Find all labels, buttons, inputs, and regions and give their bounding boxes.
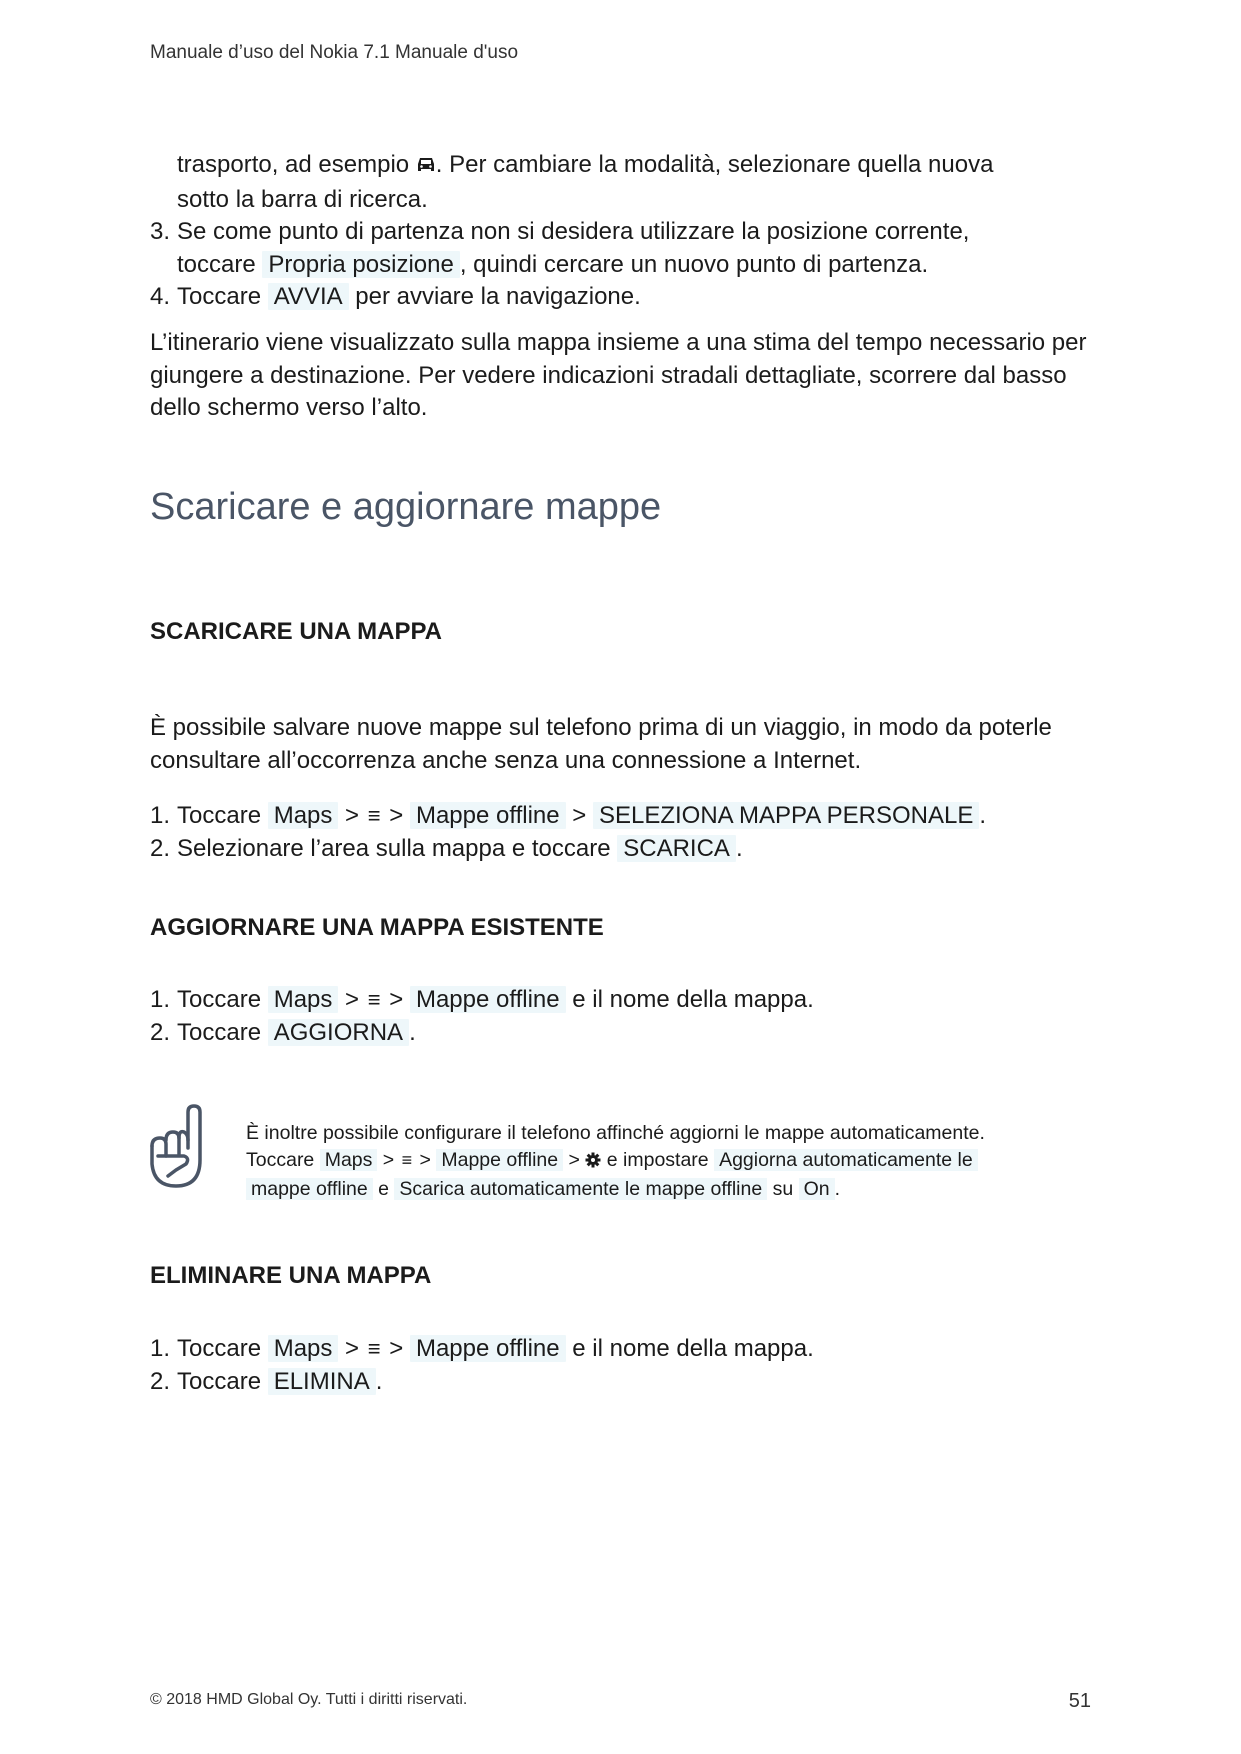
scarica-label: SCARICA bbox=[617, 834, 736, 862]
maps-label: Maps bbox=[319, 1149, 378, 1171]
page-number: 51 bbox=[1068, 1690, 1091, 1712]
mappe-offline-label: Mappe offline bbox=[409, 986, 566, 1013]
tip-text: È inoltre possibile configurare il telef… bbox=[246, 1122, 985, 1200]
aggiorna-label: AGGIORNA bbox=[267, 1018, 410, 1046]
step-3: 3. Se come punto di partenza non si desid… bbox=[150, 218, 970, 245]
section-title: Scaricare e aggiornare mappe bbox=[150, 486, 662, 528]
maps-label: Maps bbox=[267, 1335, 339, 1362]
pointing-hand-icon bbox=[148, 1104, 208, 1190]
maps-label: Maps bbox=[267, 986, 339, 1013]
auto-update-label-cont: mappe offline bbox=[246, 1178, 373, 1200]
mappe-offline-label: Mappe offline bbox=[409, 1335, 566, 1362]
car-icon bbox=[416, 151, 436, 184]
update-heading: AGGIORNARE UNA MAPPA ESISTENTE bbox=[150, 914, 604, 941]
auto-download-label: Scarica automaticamente le mappe offline bbox=[394, 1178, 768, 1200]
menu-icon: ≡ bbox=[401, 1150, 413, 1170]
menu-icon: ≡ bbox=[367, 987, 381, 1012]
download-step-2: 2. Selezionare l’area sulla mappa e tocca… bbox=[150, 834, 743, 862]
elimina-label: ELIMINA bbox=[267, 1367, 376, 1395]
update-steps: 1. Toccare Maps > ≡ > Mappe offline e il … bbox=[150, 984, 1100, 1049]
menu-icon: ≡ bbox=[367, 1336, 381, 1361]
auto-update-label: Aggiorna automaticamente le bbox=[714, 1149, 978, 1171]
step-4: 4. Toccare AVVIA per avviare la navigazio… bbox=[150, 283, 641, 310]
running-header: Manuale d’uso del Nokia 7.1 Manuale d'us… bbox=[150, 42, 519, 63]
seleziona-mappa-label: SELEZIONA MAPPA PERSONALE bbox=[592, 802, 980, 829]
update-step-2: 2. Toccare AGGIORNA. bbox=[150, 1018, 416, 1046]
download-intro: È possibile salvare nuove mappe sul tele… bbox=[150, 714, 1052, 774]
propria-posizione-label: Propria posizione bbox=[262, 250, 460, 278]
on-label: On bbox=[798, 1178, 835, 1200]
maps-label: Maps bbox=[267, 802, 339, 829]
download-step-1: 1. Toccare Maps > ≡ > Mappe offline > SEL… bbox=[150, 802, 987, 829]
copyright: © 2018 HMD Global Oy. Tutti i diritti ri… bbox=[150, 1691, 468, 1708]
menu-icon: ≡ bbox=[367, 803, 381, 828]
avvia-label: AVVIA bbox=[267, 283, 349, 310]
gear-icon bbox=[585, 1149, 601, 1176]
download-steps: 1. Toccare Maps > ≡ > Mappe offline > SEL… bbox=[150, 800, 1100, 865]
delete-steps: 1. Toccare Maps > ≡ > Mappe offline e il … bbox=[150, 1333, 1100, 1398]
route-paragraph: L’itinerario viene visualizzato sulla ma… bbox=[150, 329, 1087, 421]
mappe-offline-label: Mappe offline bbox=[436, 1149, 564, 1171]
download-heading: SCARICARE UNA MAPPA bbox=[150, 618, 443, 645]
delete-heading: ELIMINARE UNA MAPPA bbox=[150, 1262, 432, 1289]
delete-step-2: 2. Toccare ELIMINA. bbox=[150, 1367, 383, 1395]
update-step-1: 1. Toccare Maps > ≡ > Mappe offline e il … bbox=[150, 986, 814, 1013]
delete-step-1: 1. Toccare Maps > ≡ > Mappe offline e il … bbox=[150, 1335, 814, 1362]
step-2-continued: trasporto, ad esempio . Per cambiare la … bbox=[150, 149, 1100, 184]
mappe-offline-label: Mappe offline bbox=[409, 802, 566, 829]
intro-steps: trasporto, ad esempio . Per cambiare la … bbox=[150, 149, 1100, 314]
